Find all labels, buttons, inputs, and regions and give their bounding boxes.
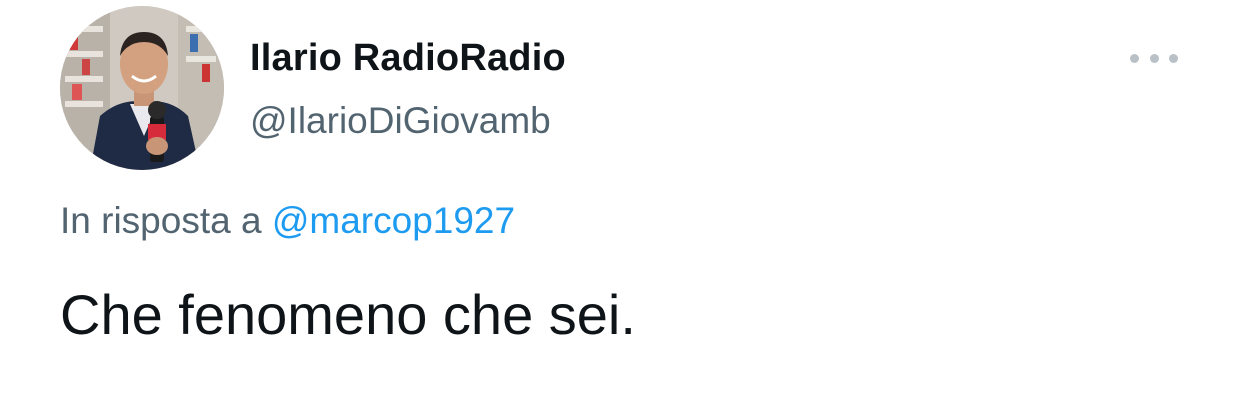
reply-context: In risposta a @marcop1927 — [60, 200, 515, 242]
reply-mention-link[interactable]: @marcop1927 — [272, 200, 515, 241]
avatar-photo — [60, 6, 224, 170]
tweet-card: Ilario RadioRadio @IlarioDiGiovamb In ri… — [0, 0, 1242, 413]
author-handle[interactable]: @IlarioDiGiovamb — [250, 100, 551, 142]
more-dot — [1169, 53, 1178, 63]
tweet-text: Che fenomeno che sei. — [60, 283, 636, 346]
more-dot — [1130, 53, 1139, 63]
author-display-name[interactable]: Ilario RadioRadio — [250, 37, 566, 80]
avatar[interactable] — [60, 6, 224, 170]
reply-prefix: In risposta a — [60, 200, 262, 241]
more-dot — [1149, 53, 1159, 63]
more-horizontal-icon[interactable] — [1130, 46, 1178, 70]
